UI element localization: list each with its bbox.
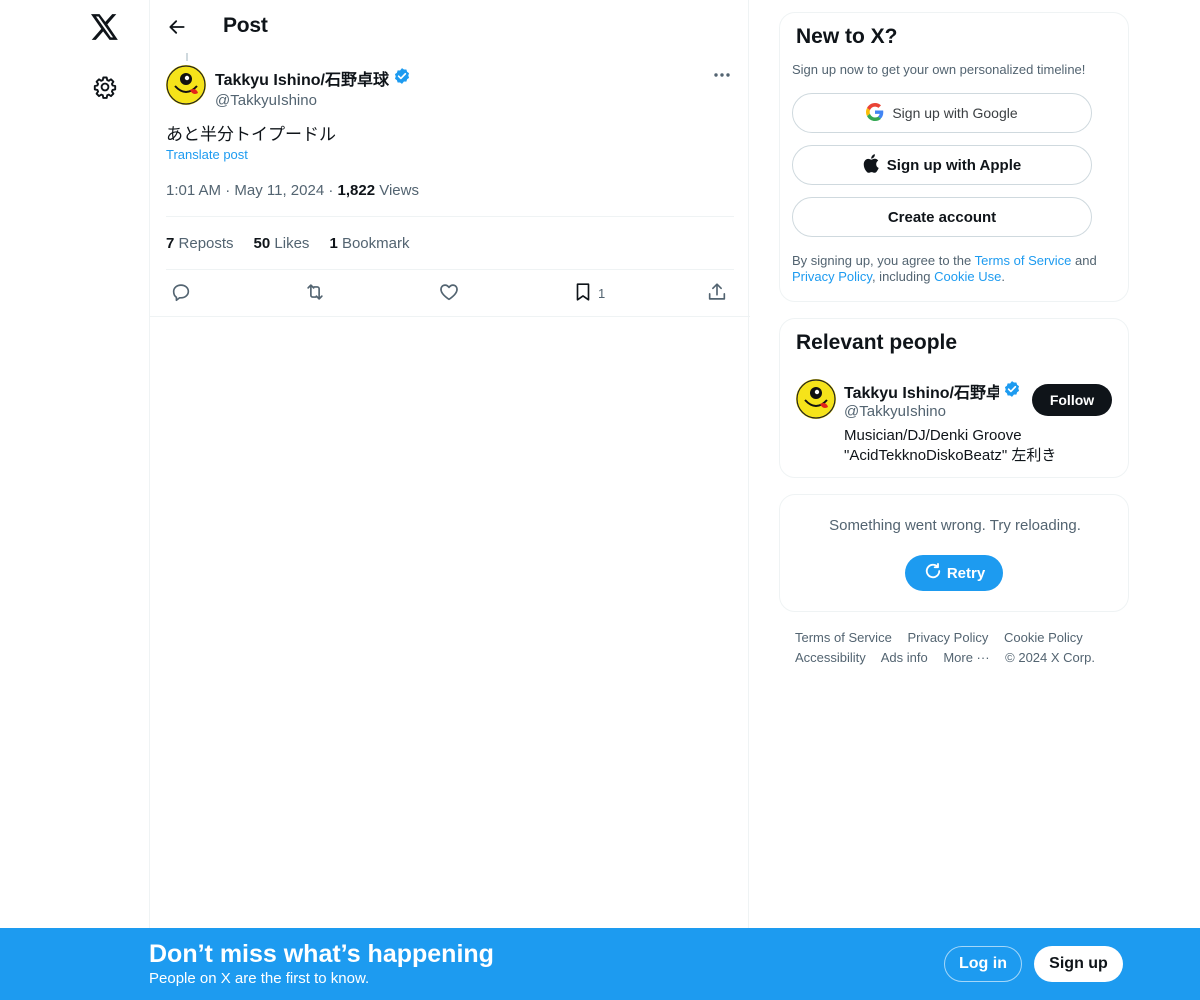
- author-name-row[interactable]: Takkyu Ishino/石野卓球: [215, 66, 411, 90]
- divider: [166, 216, 734, 217]
- legal-including: , including: [871, 269, 935, 284]
- login-button[interactable]: Log in: [944, 946, 1022, 982]
- signup-google-button[interactable]: Sign up with Google: [792, 93, 1092, 133]
- reply-button[interactable]: [170, 281, 192, 305]
- likes-stat[interactable]: 50 Likes: [254, 235, 310, 252]
- share-icon: [706, 281, 728, 306]
- more-options-icon[interactable]: [710, 64, 734, 86]
- reposts-label: Reposts: [178, 235, 234, 252]
- separator-dot: ·: [225, 182, 235, 199]
- retry-button[interactable]: Retry: [905, 555, 1003, 591]
- repost-icon: [304, 281, 326, 306]
- new-to-x-card: New to X? Sign up now to get your own pe…: [779, 12, 1129, 302]
- legal-end: .: [1001, 269, 1005, 284]
- footer-accessibility-link[interactable]: Accessibility: [795, 650, 866, 665]
- new-to-x-title: New to X?: [796, 25, 898, 48]
- author-handle[interactable]: @TakkyuIshino: [215, 92, 411, 109]
- signup-button[interactable]: Sign up: [1034, 946, 1123, 982]
- bookmarks-count: 1: [329, 235, 338, 252]
- post-stats: 7 Reposts 50 Likes 1 Bookmark: [166, 235, 409, 252]
- likes-label: Likes: [274, 235, 310, 252]
- main-column: Post Takkyu Ishino/石野卓球 @TakkyuIshino あと…: [149, 0, 750, 1000]
- footer-cookie-link[interactable]: Cookie Policy: [1004, 630, 1083, 645]
- x-logo-icon[interactable]: [88, 10, 122, 44]
- refresh-icon: [923, 561, 943, 585]
- relevant-person-name: Takkyu Ishino/石野卓球: [844, 385, 999, 402]
- like-button[interactable]: [438, 281, 460, 305]
- post-date[interactable]: May 11, 2024: [234, 182, 324, 199]
- avatar[interactable]: [796, 379, 836, 419]
- bookmarks-label: Bookmark: [341, 235, 410, 252]
- heart-icon: [438, 281, 460, 306]
- footer-more-link[interactable]: More ···: [943, 650, 989, 665]
- terms-link[interactable]: Terms of Service: [975, 253, 1072, 268]
- signup-apple-label: Sign up with Apple: [886, 156, 1022, 174]
- error-message: Something went wrong. Try reloading.: [829, 517, 1081, 534]
- google-icon: [866, 102, 884, 124]
- banner-subtitle: People on X are the first to know.: [149, 970, 370, 987]
- new-to-x-subtitle: Sign up now to get your own personalized…: [792, 62, 1086, 77]
- translate-post-link[interactable]: Translate post: [166, 147, 248, 162]
- left-nav: [0, 0, 150, 1000]
- back-arrow-icon[interactable]: [164, 14, 190, 40]
- share-button[interactable]: [706, 281, 728, 305]
- repost-button[interactable]: [304, 281, 326, 305]
- footer-privacy-link[interactable]: Privacy Policy: [907, 630, 988, 645]
- signup-legal-text: By signing up, you agree to the Terms of…: [792, 253, 1118, 285]
- bookmarks-stat[interactable]: 1 Bookmark: [329, 235, 409, 252]
- footer-terms-link[interactable]: Terms of Service: [795, 630, 892, 645]
- cookie-use-link[interactable]: Cookie Use: [934, 269, 1001, 284]
- bookmark-icon: [572, 281, 594, 306]
- post-meta: 1:01 AM · May 11, 2024 · 1,822 Views: [166, 182, 419, 199]
- relevant-person-handle[interactable]: @TakkyuIshino: [844, 403, 946, 420]
- page-header: Post: [150, 0, 750, 53]
- author-name: Takkyu Ishino/石野卓球: [215, 72, 389, 89]
- verified-badge-icon: [393, 67, 411, 90]
- avatar[interactable]: [166, 65, 206, 105]
- post-text: あと半分トイプードル: [166, 125, 336, 144]
- create-account-button[interactable]: Create account: [792, 197, 1092, 237]
- retry-label: Retry: [946, 564, 986, 582]
- footer-ads-link[interactable]: Ads info: [881, 650, 928, 665]
- legal-and: and: [1071, 253, 1097, 268]
- legal-prefix: By signing up, you agree to the: [792, 253, 975, 268]
- verified-badge-icon: [1003, 380, 1021, 403]
- thread-line: [186, 53, 188, 61]
- post-time[interactable]: 1:01 AM: [166, 182, 221, 199]
- separator-dot: ·: [328, 182, 338, 199]
- privacy-link[interactable]: Privacy Policy: [792, 269, 872, 284]
- error-card: Something went wrong. Try reloading. Ret…: [779, 494, 1129, 612]
- relevant-person-bio: Musician/DJ/Denki Groove "AcidTekknoDisk…: [844, 427, 1057, 464]
- relevant-people-card: Relevant people Takkyu Ishino/石野卓球 @Takk…: [779, 318, 1129, 478]
- banner-title: Don’t miss what’s happening: [149, 940, 494, 968]
- reposts-stat[interactable]: 7 Reposts: [166, 235, 234, 252]
- gear-icon[interactable]: [90, 72, 120, 102]
- reply-icon: [170, 281, 192, 306]
- signup-banner: Don’t miss what’s happening People on X …: [0, 928, 1200, 1000]
- page-title: Post: [223, 14, 268, 37]
- apple-icon: [863, 153, 879, 177]
- likes-count: 50: [253, 235, 271, 252]
- signup-google-label: Sign up with Google: [892, 105, 1018, 121]
- signup-apple-button[interactable]: Sign up with Apple: [792, 145, 1092, 185]
- relevant-people-title: Relevant people: [796, 331, 958, 354]
- relevant-person-name-row[interactable]: Takkyu Ishino/石野卓球: [844, 379, 1024, 403]
- footer-copyright: © 2024 X Corp.: [1005, 650, 1095, 665]
- create-account-label: Create account: [887, 208, 997, 226]
- bookmark-count: 1: [598, 285, 606, 301]
- views-count: 1,822: [337, 182, 376, 199]
- bookmark-button[interactable]: 1: [572, 281, 605, 305]
- post-author: Takkyu Ishino/石野卓球 @TakkyuIshino: [215, 66, 411, 109]
- follow-button[interactable]: Follow: [1032, 384, 1112, 416]
- footer-links: Terms of Service Privacy Policy Cookie P…: [795, 628, 1125, 668]
- reposts-count: 7: [166, 235, 175, 252]
- views-label: Views: [379, 182, 419, 199]
- post-actions: 1: [150, 270, 750, 317]
